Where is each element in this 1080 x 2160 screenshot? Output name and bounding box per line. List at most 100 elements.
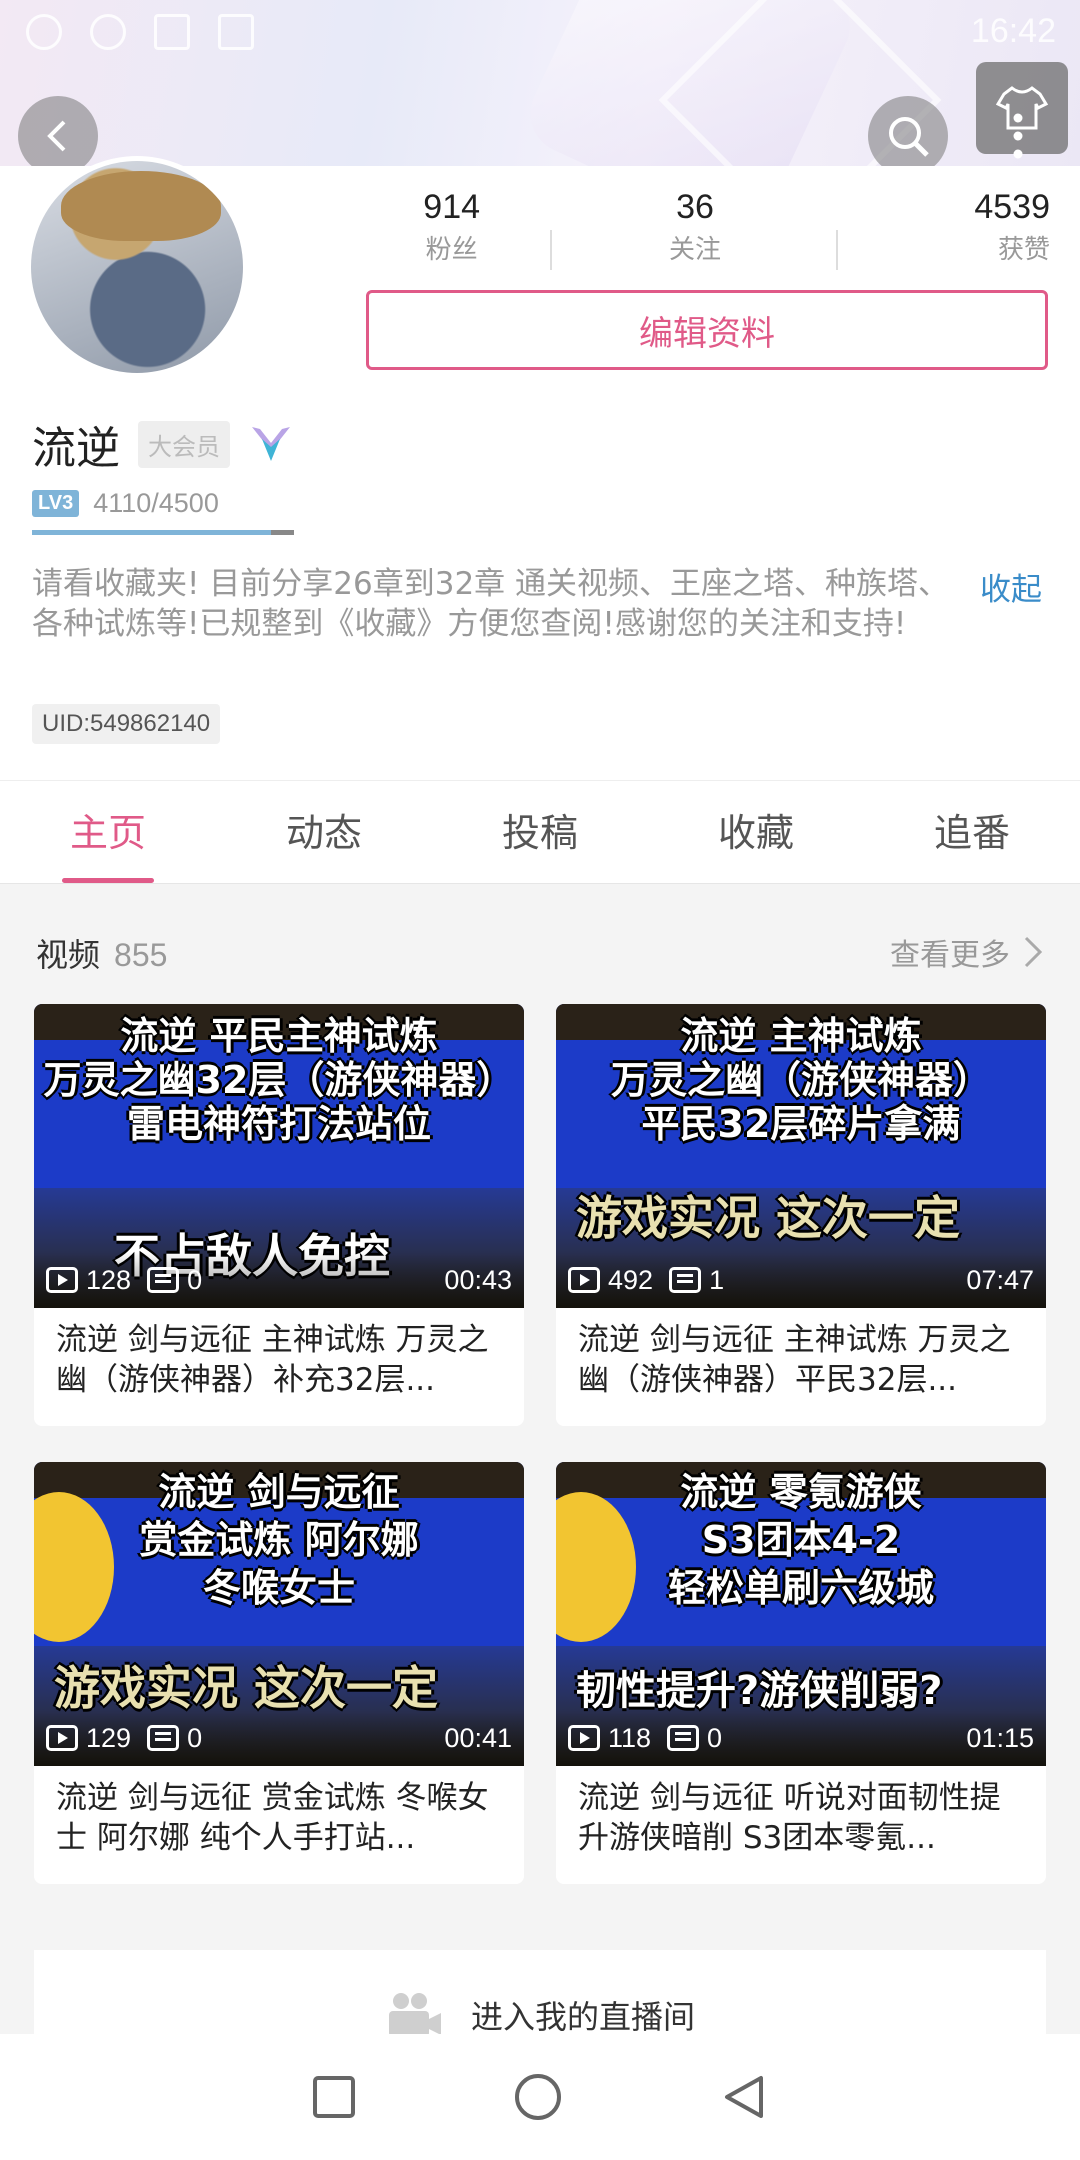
vip-badge[interactable]: 大会员: [138, 420, 230, 468]
thumb-title-line: 流逆 平民主神试炼: [120, 1014, 438, 1058]
play-icon: [46, 1725, 78, 1751]
thumb-title-line: 平民32层碎片拿满: [641, 1102, 961, 1146]
game-icon: [154, 14, 190, 50]
play-icon: [46, 1267, 78, 1293]
more-vertical-icon: [1013, 113, 1023, 159]
home-button[interactable]: [515, 2074, 561, 2120]
uid-label[interactable]: UID:549862140: [32, 704, 221, 744]
stat-label: 获赞: [997, 235, 1050, 265]
stat-divider: [836, 230, 838, 270]
profile-section: 914 粉丝 36 关注 4539 获赞 编辑资料 流逆 大会员 LV3 411…: [0, 156, 1080, 780]
thumb-title-line: 雷电神符打法站位: [126, 1102, 431, 1146]
stat-number: 4539: [974, 188, 1050, 226]
avatar-hat: [61, 171, 221, 241]
level-badge: LV3: [32, 490, 80, 517]
avatar[interactable]: [26, 156, 248, 378]
thumb-caption: 韧性提升?游侠削弱?: [576, 1668, 943, 1714]
play-count: 129: [46, 1723, 131, 1754]
edit-profile-button[interactable]: 编辑资料: [366, 290, 1048, 370]
danmaku-icon: [147, 1267, 180, 1293]
more-button[interactable]: [978, 96, 1058, 176]
see-more-label: 查看更多: [890, 938, 1010, 973]
fold-link[interactable]: 收起: [980, 564, 1042, 609]
stat-number: 36: [676, 188, 714, 226]
video-card[interactable]: 流逆 平民主神试炼 万灵之幽32层（游侠神器） 雷电神符打法站位 不占敌人免控 …: [34, 1004, 524, 1426]
video-title: 流逆 剑与远征 主神试炼 万灵之幽（游侠神器）补充32层...: [56, 1322, 489, 1398]
tab-bangumi[interactable]: 追番: [864, 781, 1080, 883]
thumb-title-line: 轻松单刷六级城: [667, 1566, 934, 1610]
recent-apps-button[interactable]: [313, 2076, 355, 2118]
video-meta: 492 1 07:47: [556, 1252, 1046, 1308]
video-title: 流逆 剑与远征 主神试炼 万灵之幽（游侠神器）平民32层...: [578, 1322, 1011, 1398]
video-thumbnail: 流逆 剑与远征 赏金试炼 阿尔娜 冬喉女士 游戏实况 这次一定 129 0 00…: [34, 1462, 524, 1766]
video-card[interactable]: 流逆 主神试炼 万灵之幽（游侠神器） 平民32层碎片拿满 游戏实况 这次一定 4…: [556, 1004, 1046, 1426]
video-thumbnail: 流逆 平民主神试炼 万灵之幽32层（游侠神器） 雷电神符打法站位 不占敌人免控 …: [34, 1004, 524, 1308]
tab-favorites[interactable]: 收藏: [648, 781, 864, 883]
stat-label: 关注: [668, 235, 721, 265]
danmaku-count: 0: [147, 1723, 202, 1754]
thumb-title-line: S3团本4-2: [701, 1518, 901, 1562]
profile-stats: 914 粉丝 36 关注 4539 获赞: [330, 188, 1060, 270]
thumb-title-line: 冬喉女士: [202, 1566, 355, 1610]
play-count-value: 129: [86, 1722, 132, 1753]
signature: 请看收藏夹! 目前分享26章到32章 通关视频、王座之塔、种族塔、各种试炼等!已…: [32, 566, 950, 642]
thumb-title-line: 万灵之幽（游侠神器）: [610, 1058, 991, 1102]
see-more-link[interactable]: 查看更多: [890, 930, 1044, 974]
video-thumbnail: 流逆 零氪游侠 S3团本4-2 轻松单刷六级城 韧性提升?游侠削弱? 118 0…: [556, 1462, 1046, 1766]
stat-fans[interactable]: 914 粉丝: [330, 188, 573, 268]
alarm-icon: [26, 14, 62, 50]
video-meta: 118 0 01:15: [556, 1710, 1046, 1766]
stat-number: 914: [423, 188, 481, 226]
level-progress-bar: [32, 530, 294, 535]
play-count-value: 118: [608, 1722, 652, 1753]
video-count: 855: [114, 937, 168, 973]
video-section-header: 视频 855: [36, 930, 167, 976]
danmaku-count-value: 0: [187, 1264, 203, 1295]
play-count-value: 128: [86, 1264, 132, 1295]
play-count: 118: [568, 1723, 651, 1754]
stat-following[interactable]: 36 关注: [573, 188, 816, 268]
stat-label: 粉丝: [425, 235, 478, 265]
video-meta: 128 0 00:43: [34, 1252, 524, 1308]
search-button[interactable]: [868, 96, 948, 176]
thumb-caption: 游戏实况 这次一定: [54, 1661, 439, 1715]
danmaku-count: 0: [147, 1265, 202, 1296]
danmaku-count-value: 1: [709, 1264, 725, 1295]
level-progress-fill: [32, 530, 272, 535]
play-count-value: 492: [608, 1264, 654, 1295]
tab-dynamics[interactable]: 动态: [216, 781, 432, 883]
status-time: 16:42: [970, 12, 1056, 50]
tab-submissions[interactable]: 投稿: [432, 781, 648, 883]
stat-likes[interactable]: 4539 获赞: [817, 188, 1060, 268]
video-duration: 07:47: [966, 1264, 1034, 1295]
video-meta: 129 0 00:41: [34, 1710, 524, 1766]
alarm-icon: [90, 14, 126, 50]
nav-back-button[interactable]: [721, 2074, 767, 2120]
video-duration: 00:43: [444, 1264, 512, 1295]
chevron-right-icon: [1024, 936, 1043, 968]
danmaku-count-value: 0: [707, 1722, 723, 1753]
play-count: 128: [46, 1265, 131, 1296]
stat-divider: [550, 230, 552, 270]
search-icon: [889, 117, 929, 157]
thumb-title-line: 流逆 主神试炼: [680, 1014, 922, 1058]
live-room-label: 进入我的直播间: [470, 1998, 695, 2036]
danmaku-icon: [669, 1267, 702, 1293]
danmaku-icon: [147, 1725, 180, 1751]
thumb-caption: 游戏实况 这次一定: [576, 1191, 961, 1245]
video-duration: 01:15: [966, 1722, 1034, 1753]
video-card[interactable]: 流逆 剑与远征 赏金试炼 阿尔娜 冬喉女士 游戏实况 这次一定 129 0 00…: [34, 1462, 524, 1884]
thumb-title-line: 流逆 零氪游侠: [680, 1470, 922, 1514]
system-nav-bar: [0, 2034, 1080, 2160]
profile-tabs: 主页 动态 投稿 收藏 追番: [0, 780, 1080, 884]
video-card[interactable]: 流逆 零氪游侠 S3团本4-2 轻松单刷六级城 韧性提升?游侠削弱? 118 0…: [556, 1462, 1046, 1884]
name-row: 流逆 大会员: [32, 412, 294, 476]
back-button[interactable]: [18, 96, 98, 176]
tab-home[interactable]: 主页: [0, 781, 216, 883]
play-count: 492: [568, 1265, 653, 1296]
section-title: 视频: [36, 936, 101, 974]
thumb-title-line: 万灵之幽32层（游侠神器）: [43, 1058, 515, 1102]
level-progress-text: 4110/4500: [93, 488, 219, 518]
medal-icon[interactable]: [248, 421, 294, 467]
username: 流逆: [32, 423, 120, 474]
